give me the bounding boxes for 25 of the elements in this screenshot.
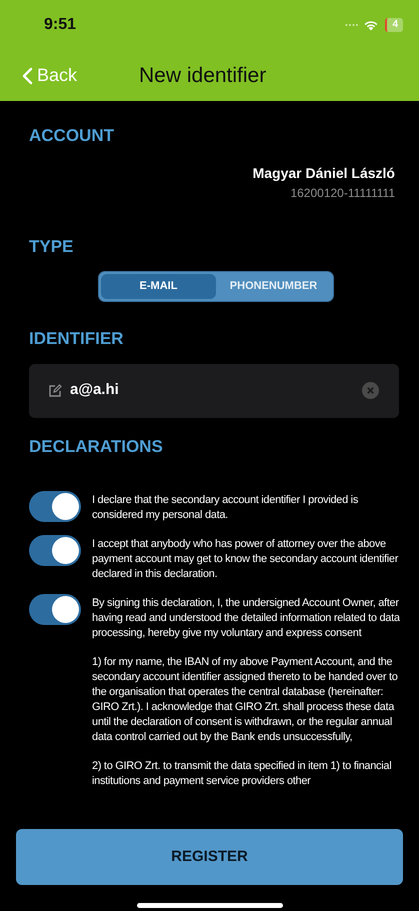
signal-icon: [345, 23, 360, 27]
section-heading: IDENTIFIER: [29, 328, 124, 350]
declaration-text: 2) to GIRO Zrt. to transmit the data specified in item 1) to financial institutions and payment service providers other: [92, 759, 392, 789]
chevron-left-icon: [22, 66, 33, 84]
battery-indicator: 4: [385, 18, 403, 32]
edit-icon: [48, 384, 62, 398]
section-heading: DECLARATIONS: [29, 436, 164, 458]
section-heading: ACCOUNT: [29, 125, 115, 147]
status-time: 9:51: [44, 15, 76, 35]
declaration-text: 1) for my name, the IBAN of my above Payment Account, and the secondary account identifier assigned thereto to be handed over to the organisation that operates the central database (hereinafter: GIRO Zrt.). I acknowledge that GIRO Zrt. shall process these data until the declaration of consent is withdrawn, or the regular annual data control carried out by the Bank ends unsuccessfully,: [92, 655, 399, 745]
toggle-switch[interactable]: [29, 491, 81, 522]
type-option[interactable]: E-MAIL: [101, 274, 216, 299]
register-button[interactable]: REGISTER: [16, 829, 403, 885]
toggle-switch[interactable]: [29, 594, 81, 625]
declaration-text: By signing this declaration, I, the undersigned Account Owner, after having read and understood the detailed information related to data processing, hereby give my voluntary and express consent: [92, 596, 401, 641]
declaration-text: I accept that anybody who has power of attorney over the above payment account may get to know the secondary account identifier declared in this declaration.: [92, 537, 400, 582]
wifi-icon: [363, 19, 380, 31]
screen-title: New identifier: [139, 62, 266, 89]
toggle-switch[interactable]: [29, 535, 81, 566]
section-heading: TYPE: [29, 236, 74, 258]
account-name: Magyar Dániel László: [252, 164, 395, 183]
account-number: 16200120-11111111: [290, 184, 395, 202]
identifier-field[interactable]: a@a.hi: [29, 364, 399, 418]
type-option[interactable]: PHONENUMBER: [216, 274, 331, 299]
declaration-text: I declare that the secondary account identifier I provided is considered my personal data.: [92, 493, 360, 523]
